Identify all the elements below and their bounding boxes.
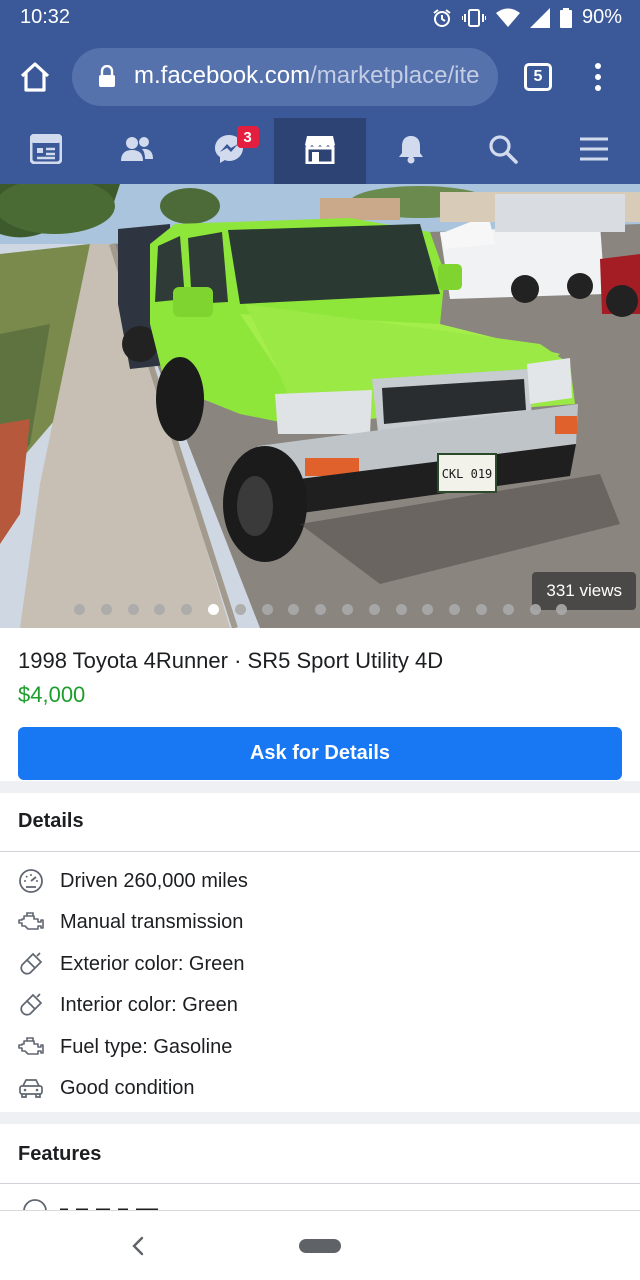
photo-dot[interactable] bbox=[395, 604, 407, 615]
nav-notifications[interactable] bbox=[366, 118, 457, 184]
photo-dot[interactable] bbox=[127, 604, 139, 615]
detail-row-fuel-type: Fuel type: Gasoline bbox=[18, 1031, 232, 1063]
nav-menu[interactable] bbox=[549, 118, 640, 184]
section-divider bbox=[0, 781, 640, 793]
home-icon[interactable] bbox=[18, 60, 52, 94]
listing-photo[interactable]: CKL 019 331 views bbox=[0, 184, 640, 628]
ask-for-details-button[interactable]: Ask for Details bbox=[18, 727, 622, 780]
features-heading: Features bbox=[18, 1143, 102, 1165]
photo-dot[interactable] bbox=[368, 604, 380, 615]
photo-pagination bbox=[74, 604, 568, 615]
tab-switcher-button[interactable]: 5 bbox=[524, 63, 552, 91]
home-gesture-pill[interactable] bbox=[299, 1239, 341, 1253]
listing-price: $4,000 bbox=[18, 682, 86, 707]
feature-row-partial bbox=[18, 1198, 218, 1210]
photo-dot[interactable] bbox=[154, 604, 166, 615]
detail-text: Good condition bbox=[60, 1076, 195, 1099]
status-time: 10:32 bbox=[20, 6, 71, 28]
more-options-icon[interactable] bbox=[590, 62, 606, 92]
detail-row-exterior-color: Exterior color: Green bbox=[18, 948, 245, 980]
menu-icon bbox=[579, 136, 609, 167]
photo-dot[interactable] bbox=[556, 604, 568, 615]
photo-dot[interactable] bbox=[475, 604, 487, 615]
browser-toolbar: m.facebook.com/marketplace/ite 5 bbox=[0, 36, 640, 118]
back-icon[interactable] bbox=[128, 1235, 148, 1257]
nav-marketplace[interactable] bbox=[274, 118, 366, 184]
url-domain: m.facebook.com bbox=[134, 62, 311, 89]
vibrate-icon bbox=[461, 8, 486, 28]
news-feed-icon bbox=[29, 133, 63, 169]
car-icon bbox=[18, 1074, 52, 1102]
alarm-icon bbox=[432, 8, 452, 28]
engine-icon bbox=[18, 908, 52, 936]
photo-dot[interactable] bbox=[502, 604, 514, 615]
photo-dot[interactable] bbox=[74, 604, 85, 615]
photo-dot[interactable] bbox=[100, 604, 112, 615]
search-icon bbox=[488, 134, 518, 169]
photo-dot[interactable] bbox=[449, 604, 461, 615]
nav-search[interactable] bbox=[457, 118, 548, 184]
listing-title: 1998 Toyota 4Runner · SR5 Sport Utility … bbox=[18, 648, 444, 673]
speedometer-icon bbox=[18, 867, 52, 895]
url-field[interactable]: m.facebook.com/marketplace/ite bbox=[72, 48, 498, 106]
detail-row-condition: Good condition bbox=[18, 1072, 195, 1104]
paintbrush-icon bbox=[18, 950, 52, 978]
url-text: m.facebook.com/marketplace/ite bbox=[134, 62, 479, 90]
photo-dot[interactable] bbox=[341, 604, 353, 615]
photo-dot-active[interactable] bbox=[207, 604, 219, 615]
status-icons: 90% bbox=[432, 6, 622, 29]
svg-text:CKL 019: CKL 019 bbox=[442, 467, 493, 481]
status-bar: 10:32 90% bbox=[0, 0, 640, 36]
facebook-nav-bar: 3 bbox=[0, 118, 640, 184]
wifi-icon bbox=[495, 8, 520, 28]
detail-text: Exterior color: Green bbox=[60, 952, 245, 975]
nav-friends[interactable] bbox=[91, 118, 182, 184]
detail-text: Fuel type: Gasoline bbox=[60, 1035, 233, 1058]
battery-icon bbox=[559, 7, 572, 28]
details-heading: Details bbox=[18, 810, 84, 832]
friends-icon bbox=[120, 135, 154, 168]
photo-dot[interactable] bbox=[234, 604, 246, 615]
features-divider bbox=[0, 1183, 640, 1184]
lock-icon bbox=[98, 64, 116, 87]
photo-dot[interactable] bbox=[315, 604, 327, 615]
detail-row-interior-color: Interior color: Green bbox=[18, 989, 238, 1021]
messenger-badge: 3 bbox=[236, 126, 259, 148]
paintbrush-icon bbox=[18, 991, 52, 1019]
detail-text: Manual transmission bbox=[60, 910, 244, 933]
marketplace-icon bbox=[304, 134, 336, 169]
notifications-icon bbox=[397, 134, 425, 169]
detail-row-transmission: Manual transmission bbox=[18, 906, 243, 938]
url-path: /marketplace/ite bbox=[310, 62, 480, 89]
photo-dot[interactable] bbox=[529, 604, 541, 615]
nav-news-feed[interactable] bbox=[0, 118, 91, 184]
photo-dot[interactable] bbox=[422, 604, 434, 615]
photo-dot[interactable] bbox=[261, 604, 273, 615]
engine-icon bbox=[18, 1033, 52, 1061]
signal-icon bbox=[529, 7, 550, 28]
system-navigation-bar bbox=[0, 1210, 640, 1280]
section-divider bbox=[0, 1112, 640, 1124]
photo-dot[interactable] bbox=[288, 604, 300, 615]
photo-dot[interactable] bbox=[181, 604, 193, 615]
detail-row-mileage: Driven 260,000 miles bbox=[18, 865, 248, 897]
battery-percent: 90% bbox=[581, 6, 622, 28]
vehicle-photo-image: CKL 019 bbox=[0, 184, 640, 628]
nav-messenger[interactable]: 3 bbox=[183, 118, 274, 184]
detail-text: Driven 260,000 miles bbox=[60, 869, 248, 892]
details-divider bbox=[0, 851, 640, 852]
detail-text: Interior color: Green bbox=[60, 993, 238, 1016]
